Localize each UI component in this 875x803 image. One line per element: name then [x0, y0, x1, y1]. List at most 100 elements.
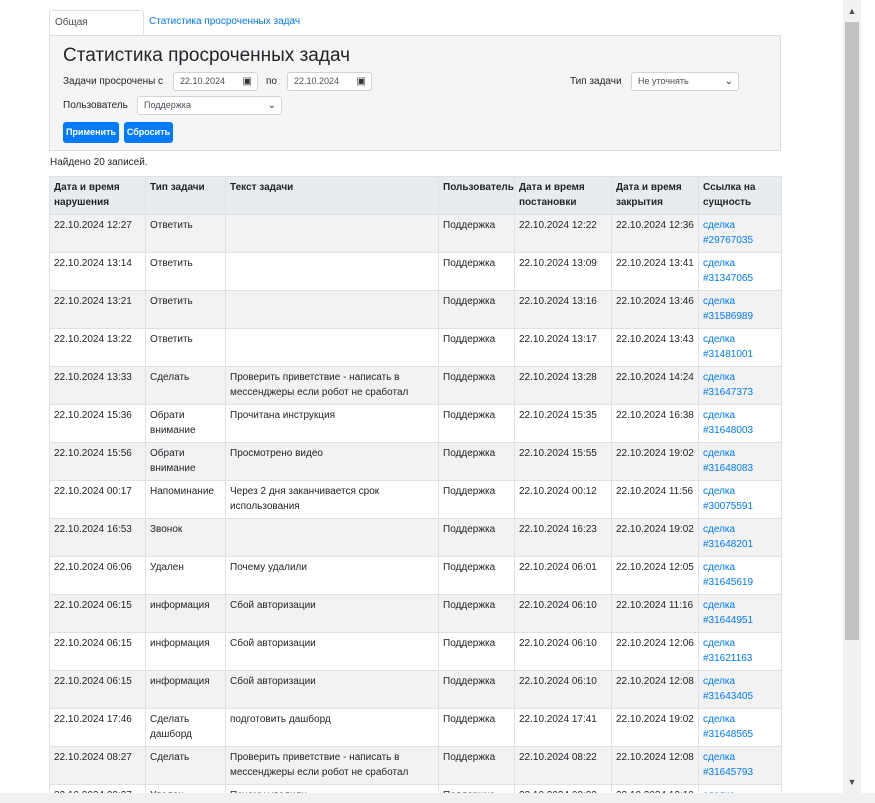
cell-violation-time: 22.10.2024 12:27 — [49, 214, 146, 253]
cell-task-text — [225, 518, 439, 557]
cell-user: Поддержка — [438, 708, 515, 747]
tabs: Общая статистика Статистика просроченных… — [49, 10, 781, 52]
table-row: 22.10.2024 13:14 Ответить Поддержка 22.10.2… — [49, 252, 782, 291]
entity-link[interactable]: сделка #31647373 — [703, 372, 753, 398]
entity-link[interactable]: сделка #31481001 — [703, 334, 753, 360]
date-to-value: 22.10.2024 — [294, 76, 340, 86]
entity-link[interactable]: сделка #31645619 — [703, 562, 753, 588]
cell-closed-time: 22.10.2024 19:02 — [611, 442, 699, 481]
cell-task-type: Напоминание — [145, 480, 226, 519]
cell-entity-link: сделка #31643405 — [698, 670, 782, 709]
task-type-select[interactable]: Не уточнять ⌄ — [631, 72, 739, 91]
calendar-icon[interactable]: ▣ — [243, 73, 252, 90]
user-select[interactable]: Поддержка ⌄ — [137, 96, 282, 115]
cell-entity-link: сделка #31621163 — [698, 632, 782, 671]
overdue-tasks-table: Дата и время нарушения Тип задачи Текст … — [49, 176, 782, 793]
cell-closed-time: 22.10.2024 12:36 — [611, 214, 699, 253]
col-header-closed-time[interactable]: Дата и время закрытия — [611, 176, 699, 215]
entity-link[interactable]: сделка #31621163 — [703, 638, 752, 664]
cell-task-text: Проверить приветствие - написать в мессе… — [225, 366, 439, 405]
entity-link[interactable]: сделка #31643405 — [703, 676, 753, 702]
cell-user: Поддержка — [438, 594, 515, 633]
tab-general-stats[interactable]: Общая статистика — [49, 10, 144, 52]
cell-entity-link: сделка #31648083 — [698, 442, 782, 481]
cell-created-time: 22.10.2024 06:01 — [514, 556, 612, 595]
entity-link[interactable]: сделка #31648083 — [703, 448, 753, 474]
col-header-user[interactable]: Пользователь — [438, 176, 515, 215]
cell-created-time: 22.10.2024 06:10 — [514, 670, 612, 709]
entity-link[interactable]: сделка #29767035 — [703, 220, 753, 246]
col-header-task-text[interactable]: Текст задачи — [225, 176, 439, 215]
vertical-scrollbar[interactable]: ▲ ▼ — [843, 0, 861, 793]
cell-task-type: Сделать дашборд — [145, 708, 226, 747]
col-header-task-type[interactable]: Тип задачи — [145, 176, 226, 215]
apply-button[interactable]: Применить — [63, 122, 119, 143]
cell-entity-link: сделка #31644951 — [698, 594, 782, 633]
cell-closed-time: 22.10.2024 12:08 — [611, 670, 699, 709]
entity-link[interactable]: сделка #31644951 — [703, 600, 753, 626]
chevron-down-icon: ⌄ — [267, 100, 276, 111]
cell-task-text — [225, 214, 439, 253]
cell-task-type: информация — [145, 594, 226, 633]
date-from-input[interactable]: 22.10.2024 ▣ — [173, 72, 258, 91]
cell-violation-time: 22.10.2024 13:14 — [49, 252, 146, 291]
table-row: 22.10.2024 00:17 Напоминание Через 2 дня з… — [49, 480, 782, 519]
task-type-label: Тип задачи — [570, 76, 622, 87]
cell-entity-link: сделка #31648003 — [698, 404, 782, 443]
cell-task-type: Ответить — [145, 328, 226, 367]
calendar-icon[interactable]: ▣ — [357, 73, 366, 90]
date-to-label: по — [266, 76, 277, 87]
table-row: 22.10.2024 15:36 Обрати внимание Прочитана… — [49, 404, 782, 443]
cell-user: Поддержка — [438, 404, 515, 443]
window-edge — [861, 0, 875, 793]
entity-link[interactable]: сделка #31648565 — [703, 714, 753, 740]
scrollbar-thumb[interactable] — [845, 22, 859, 640]
cell-violation-time: 22.10.2024 06:15 — [49, 594, 146, 633]
tab-overdue-stats[interactable]: Статистика просроченных задач — [144, 10, 305, 35]
cell-entity-link: сделка #31586989 — [698, 290, 782, 329]
entity-link[interactable]: сделка #30075591 — [703, 486, 753, 512]
cell-violation-time: 22.10.2024 00:17 — [49, 480, 146, 519]
cell-closed-time: 22.10.2024 12:06 — [611, 632, 699, 671]
entity-link[interactable]: сделка #31645793 — [703, 752, 753, 778]
entity-link[interactable]: сделка #31648003 — [703, 410, 753, 436]
cell-closed-time: 22.10.2024 11:16 — [611, 594, 699, 633]
entity-link[interactable]: сделка #31586989 — [703, 296, 753, 322]
cell-task-type: Обрати внимание — [145, 442, 226, 481]
col-header-violation-time[interactable]: Дата и время нарушения — [49, 176, 146, 215]
scroll-down-arrow-icon[interactable]: ▼ — [843, 773, 861, 791]
cell-closed-time: 22.10.2024 12:08 — [611, 746, 699, 785]
cell-closed-time: 22.10.2024 19:02 — [611, 708, 699, 747]
scroll-up-arrow-icon[interactable]: ▲ — [843, 2, 861, 20]
date-from-label: Задачи просрочены с — [63, 76, 164, 87]
cell-created-time: 22.10.2024 06:10 — [514, 632, 612, 671]
cell-violation-time: 22.10.2024 06:06 — [49, 556, 146, 595]
cell-violation-time: 22.10.2024 15:56 — [49, 442, 146, 481]
cell-closed-time: 22.10.2024 12:05 — [611, 556, 699, 595]
cell-user: Поддержка — [438, 556, 515, 595]
cell-user: Поддержка — [438, 214, 515, 253]
cell-user: Поддержка — [438, 252, 515, 291]
date-to-input[interactable]: 22.10.2024 ▣ — [287, 72, 372, 91]
table-row: 22.10.2024 13:21 Ответить Поддержка 22.10.2… — [49, 290, 782, 329]
reset-button[interactable]: Сбросить — [124, 122, 173, 143]
cell-closed-time: 22.10.2024 14:24 — [611, 366, 699, 405]
cell-task-type: Сделать — [145, 366, 226, 405]
cell-task-text: Проверить приветствие - написать в мессе… — [225, 746, 439, 785]
entity-link[interactable]: сделка #31648201 — [703, 524, 753, 550]
cell-task-text: подготовить дашборд — [225, 708, 439, 747]
col-header-entity-link[interactable]: Ссылка на сущность — [698, 176, 782, 215]
cell-created-time: 22.10.2024 13:17 — [514, 328, 612, 367]
cell-created-time: 22.10.2024 16:23 — [514, 518, 612, 557]
entity-link[interactable]: сделка #31347065 — [703, 258, 753, 284]
cell-task-text: Прочитана инструкция — [225, 404, 439, 443]
col-header-created-time[interactable]: Дата и время постановки — [514, 176, 612, 215]
chevron-down-icon: ⌄ — [724, 76, 733, 87]
cell-user: Поддержка — [438, 670, 515, 709]
cell-task-text: Почему удалили — [225, 784, 439, 793]
cell-user: Поддержка — [438, 290, 515, 329]
cell-task-text: Через 2 дня заканчивается срок использов… — [225, 480, 439, 519]
cell-entity-link: сделка #31645793 — [698, 746, 782, 785]
cell-task-type: Удален — [145, 784, 226, 793]
cell-task-type: Ответить — [145, 290, 226, 329]
